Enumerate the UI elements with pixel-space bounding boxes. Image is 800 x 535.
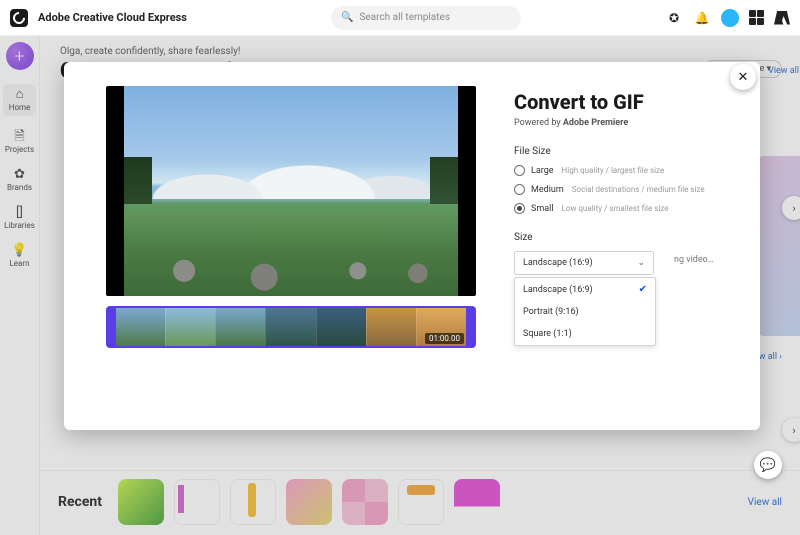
option-name: Small: [531, 204, 554, 214]
avatar[interactable]: [721, 9, 739, 27]
adobe-logo-icon: [774, 11, 790, 25]
size-label: Size: [514, 232, 736, 243]
chat-button[interactable]: 💬: [754, 451, 782, 479]
app-title: Adobe Creative Cloud Express: [38, 11, 187, 24]
whats-new-icon[interactable]: ✪: [665, 9, 683, 27]
timecode-label: 01:00.00: [425, 333, 464, 344]
option-desc: Low quality / smallest file size: [562, 204, 669, 213]
search-placeholder: Search all templates: [359, 12, 450, 23]
option-name: Large: [531, 166, 554, 176]
app-switcher-icon[interactable]: [749, 10, 764, 25]
size-select[interactable]: Landscape (16:9) ⌄ Landscape (16:9) ✔ Po…: [514, 251, 654, 275]
option-name: Medium: [531, 185, 564, 195]
search-input[interactable]: 🔍 Search all templates: [331, 6, 521, 30]
option-desc: High quality / largest file size: [562, 166, 665, 175]
size-option-square[interactable]: Square (1:1): [515, 323, 655, 345]
file-size-option-medium[interactable]: Medium Social destinations / medium file…: [514, 184, 736, 195]
radio-icon: [514, 165, 525, 176]
trim-handle-left[interactable]: [108, 308, 116, 346]
size-dropdown: Landscape (16:9) ✔ Portrait (9:16) Squar…: [514, 277, 656, 346]
timeline-strip[interactable]: 01:00.00: [106, 306, 476, 348]
radio-icon: [514, 203, 525, 214]
top-bar: Adobe Creative Cloud Express 🔍 Search al…: [0, 0, 800, 36]
timeline-frame: [215, 308, 265, 346]
powered-by-label: Powered by Adobe Premiere: [514, 118, 736, 128]
timeline-frame: [366, 308, 416, 346]
video-preview: [106, 86, 476, 296]
timeline-frame: [316, 308, 366, 346]
timeline-frame: [165, 308, 215, 346]
file-size-label: File Size: [514, 146, 736, 157]
file-size-option-large[interactable]: Large High quality / largest file size: [514, 165, 736, 176]
timeline-frame: [116, 308, 165, 346]
size-option-landscape[interactable]: Landscape (16:9) ✔: [515, 278, 655, 301]
chevron-down-icon: ⌄: [637, 258, 645, 268]
timeline-frame: [265, 308, 315, 346]
trim-handle-right[interactable]: [466, 308, 474, 346]
adobe-express-logo-icon: [10, 9, 28, 27]
option-desc: Social destinations / medium file size: [572, 185, 705, 194]
size-select-value: Landscape (16:9): [523, 258, 593, 268]
convert-to-gif-modal: 01:00.00 Convert to GIF Powered by Adobe…: [64, 62, 760, 430]
check-icon: ✔: [639, 284, 647, 295]
file-size-option-small[interactable]: Small Low quality / smallest file size: [514, 203, 736, 214]
modal-title: Convert to GIF: [514, 90, 736, 114]
radio-icon: [514, 184, 525, 195]
notifications-icon[interactable]: 🔔: [693, 9, 711, 27]
close-button[interactable]: ✕: [730, 64, 756, 90]
hint-text: ng video…: [674, 255, 714, 265]
search-icon: 🔍: [341, 12, 353, 23]
size-option-portrait[interactable]: Portrait (9:16): [515, 301, 655, 323]
